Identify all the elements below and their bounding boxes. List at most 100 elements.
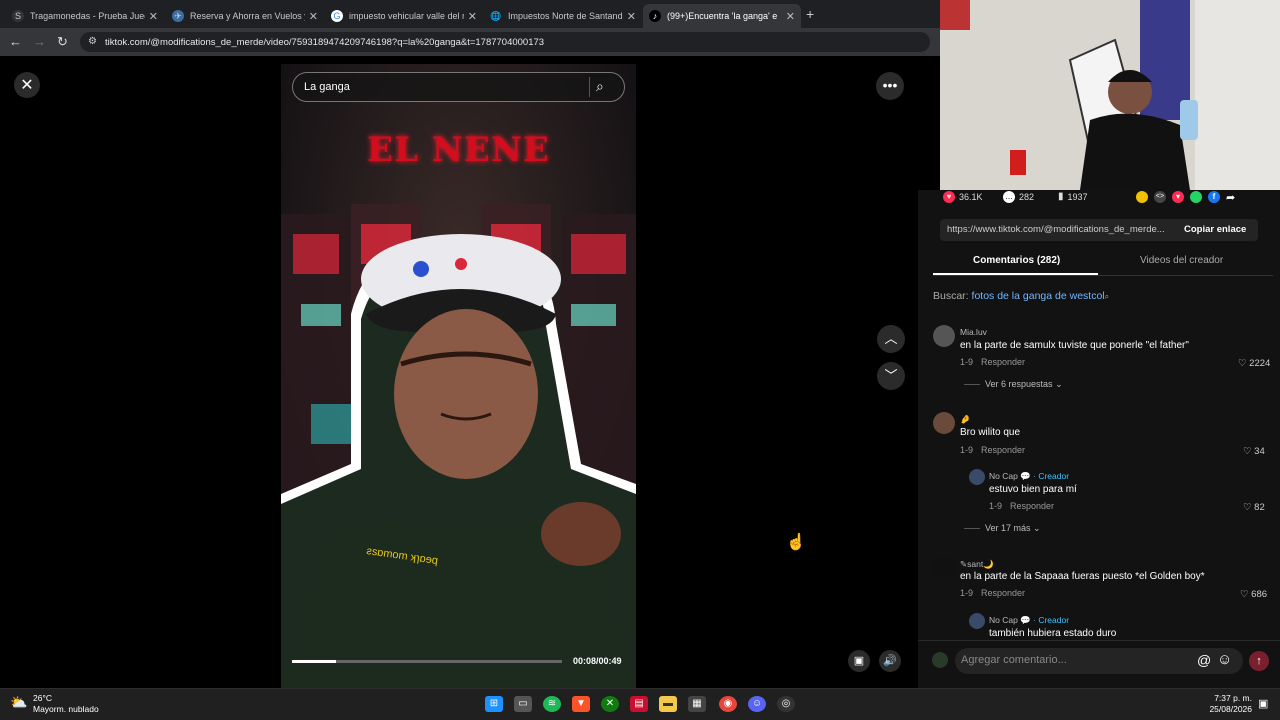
- comment-like-count: 34: [1254, 446, 1265, 457]
- coin-icon[interactable]: [1136, 191, 1148, 203]
- comment-author[interactable]: 🤌: [960, 414, 971, 425]
- comment-date: 1-9: [960, 588, 974, 598]
- comment-text: en la parte de samulx tuviste que ponerl…: [960, 340, 1189, 351]
- tab-creator-videos[interactable]: Videos del creador: [1140, 255, 1223, 266]
- comment-author[interactable]: ✎sant🌙: [960, 559, 994, 570]
- close-tab-icon[interactable]: ✕: [786, 10, 795, 23]
- close-tab-icon[interactable]: ✕: [309, 10, 318, 23]
- avatar[interactable]: [969, 613, 985, 629]
- comment-count: 282: [1019, 192, 1035, 202]
- tab-title: Impuestos Norte de Santander: [508, 11, 623, 21]
- tab-title: (99+)Encuentra 'la ganga' e: [667, 11, 778, 21]
- obs-icon[interactable]: ◎: [777, 696, 795, 712]
- heart-icon: ♥: [943, 191, 955, 203]
- view-more-button[interactable]: Ver 17 más ⌄: [985, 523, 1041, 534]
- whatsapp-icon[interactable]: [1190, 191, 1202, 203]
- creator-badge: · Creador: [1033, 471, 1070, 481]
- forward-icon[interactable]: →: [33, 34, 46, 49]
- webcam-graphic: [940, 0, 1280, 190]
- reload-icon[interactable]: ↻: [57, 34, 68, 50]
- reply-author[interactable]: No Cap 💬 · Creador: [989, 471, 1069, 482]
- heart-outline-icon: ♡: [1243, 502, 1252, 513]
- reply-button[interactable]: Responder: [981, 357, 1025, 367]
- reply-button[interactable]: Responder: [981, 588, 1025, 598]
- share-link[interactable]: https://www.tiktok.com/@modifications_de…: [947, 224, 1172, 235]
- url-text[interactable]: tiktok.com/@modifications_de_merde/video…: [105, 37, 544, 48]
- like-button[interactable]: ♥ 36.1K: [943, 191, 983, 203]
- tab-impuestos-norte[interactable]: 🌐 Impuestos Norte de Santander ✕: [484, 4, 642, 28]
- reply-text: estuvo bien para mí: [989, 484, 1077, 495]
- windows-start-icon[interactable]: ⊞: [485, 696, 503, 712]
- related-search[interactable]: Buscar: fotos de la ganga de westcol⌕: [933, 290, 1109, 302]
- discord-icon[interactable]: ☺: [748, 696, 766, 712]
- tab-impuesto-vehicular[interactable]: G impuesto vehicular valle del ro ✕: [325, 4, 483, 28]
- video-time: 00:08/00:49: [573, 656, 622, 666]
- tab-title: Reserva y Ahorra en Vuelos y H: [190, 11, 305, 21]
- emoji-icon[interactable]: ☺: [1217, 651, 1232, 668]
- buscar-query[interactable]: fotos de la ganga de westcol: [972, 290, 1105, 302]
- view-more-label: Ver 17 más: [985, 523, 1031, 533]
- back-icon[interactable]: ←: [9, 34, 22, 49]
- search-divider: [589, 77, 590, 97]
- globe-icon: 🌐: [490, 10, 502, 21]
- copy-link-button[interactable]: Copiar enlace: [1184, 224, 1246, 235]
- search-icon[interactable]: ⌕: [596, 78, 604, 95]
- avatar[interactable]: [969, 469, 985, 485]
- avatar[interactable]: [933, 325, 955, 347]
- notifications-icon[interactable]: ▣: [1258, 697, 1268, 710]
- comment-like-button[interactable]: ♡ 34: [1243, 446, 1265, 457]
- facebook-icon[interactable]: f: [1208, 191, 1220, 203]
- reply-author[interactable]: No Cap 💬 · Creador: [989, 615, 1069, 626]
- comment-button[interactable]: … 282: [1003, 191, 1034, 203]
- tab-tragamonedas[interactable]: S Tragamonedas - Prueba Juegos ✕: [6, 4, 164, 28]
- chevron-down-icon[interactable]: ﹀: [877, 362, 905, 390]
- reply-button[interactable]: Responder: [1010, 501, 1054, 511]
- volume-icon[interactable]: 🔊: [879, 650, 901, 672]
- mention-icon[interactable]: @: [1197, 652, 1211, 668]
- close-icon[interactable]: ✕: [14, 72, 40, 98]
- share-arrow-icon[interactable]: ➦: [1226, 191, 1235, 204]
- spotify-icon[interactable]: ≋: [543, 696, 561, 712]
- tab-vuelos[interactable]: ✈ Reserva y Ahorra en Vuelos y H ✕: [166, 4, 324, 28]
- clock[interactable]: 7:37 p. m. 25/08/2026: [1196, 693, 1252, 715]
- file-explorer-icon[interactable]: ▬: [659, 696, 677, 712]
- xbox-icon[interactable]: ✕: [601, 696, 619, 712]
- like-count: 36.1K: [959, 192, 983, 202]
- weather-widget[interactable]: 26°C Mayorm. nublado: [33, 693, 99, 715]
- app-icon[interactable]: ▤: [630, 696, 648, 712]
- chevron-up-icon[interactable]: ︿: [877, 325, 905, 353]
- search-input[interactable]: La ganga: [292, 72, 625, 102]
- store-icon[interactable]: ▦: [688, 696, 706, 712]
- close-tab-icon[interactable]: ✕: [468, 10, 477, 23]
- avatar[interactable]: [933, 412, 955, 434]
- site-info-icon[interactable]: ⚙: [88, 36, 97, 47]
- embed-icon[interactable]: <>: [1154, 191, 1166, 203]
- comment-like-button[interactable]: ♡ 2224: [1238, 358, 1270, 369]
- more-options-icon[interactable]: •••: [876, 72, 904, 100]
- floating-player-icon[interactable]: ▣: [848, 650, 870, 672]
- save-button[interactable]: ▮ 1937: [1058, 191, 1088, 202]
- task-view-icon[interactable]: ▭: [514, 696, 532, 712]
- view-replies-button[interactable]: Ver 6 respuestas ⌄: [985, 379, 1063, 390]
- close-tab-icon[interactable]: ✕: [149, 10, 158, 23]
- comment-author[interactable]: Mia.luv: [960, 327, 987, 337]
- close-tab-icon[interactable]: ✕: [627, 10, 636, 23]
- reply-author-name: No Cap 💬: [989, 471, 1031, 481]
- brave-icon[interactable]: ▼: [572, 696, 590, 712]
- new-tab-button[interactable]: +: [806, 6, 814, 22]
- comment-like-button[interactable]: ♡ 82: [1243, 502, 1265, 513]
- clock-time: 7:37 p. m.: [1214, 693, 1252, 703]
- heart-outline-icon: ♡: [1240, 589, 1249, 600]
- tab-comments[interactable]: Comentarios (282): [973, 255, 1060, 266]
- weather-icon[interactable]: ⛅: [10, 694, 27, 711]
- tab-tiktok[interactable]: ♪ (99+)Encuentra 'la ganga' e ✕: [643, 4, 801, 28]
- chrome-icon[interactable]: ◉: [719, 696, 737, 712]
- tiktok-icon: ♪: [649, 10, 661, 22]
- video-progress-bar[interactable]: [292, 660, 562, 663]
- post-comment-button[interactable]: ↑: [1249, 651, 1269, 671]
- send-icon[interactable]: ▾: [1172, 191, 1184, 203]
- reply-button[interactable]: Responder: [981, 445, 1025, 455]
- avatar[interactable]: [933, 556, 955, 578]
- comment-icon: …: [1003, 191, 1015, 203]
- comment-like-button[interactable]: ♡ 686: [1240, 589, 1267, 600]
